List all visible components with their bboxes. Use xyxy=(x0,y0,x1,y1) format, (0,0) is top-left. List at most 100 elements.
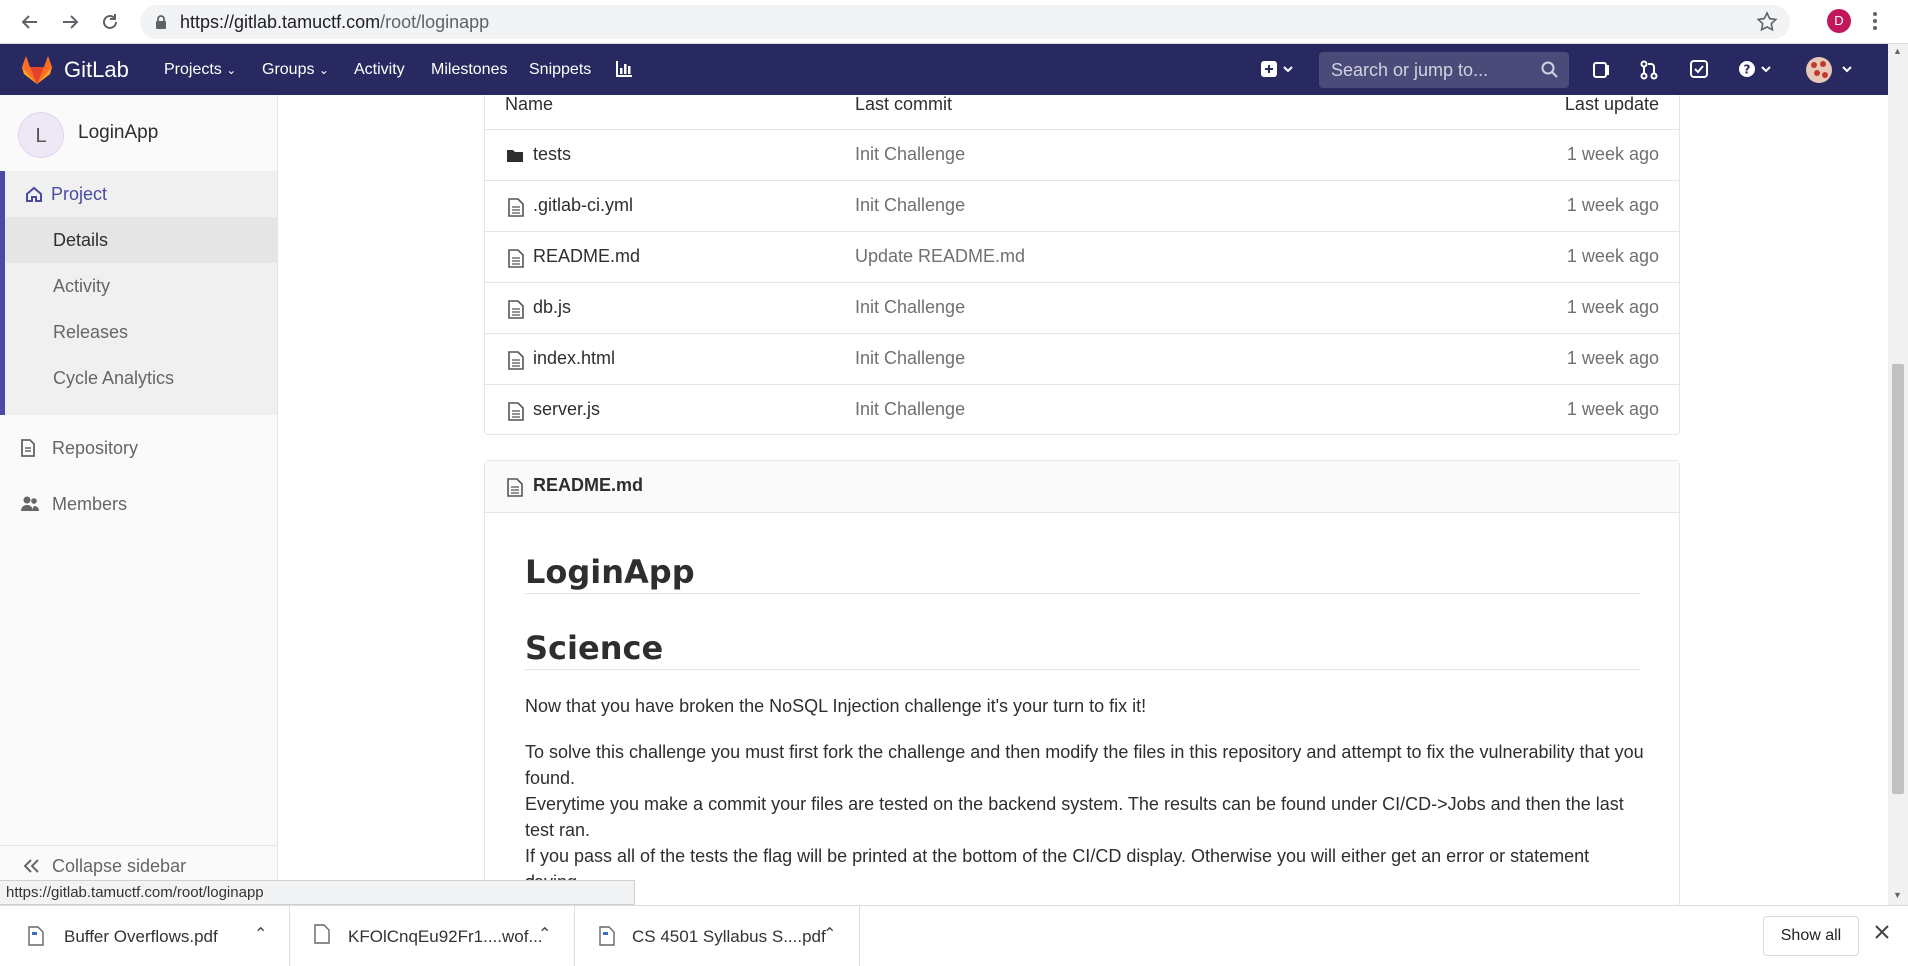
file-icon xyxy=(508,300,524,319)
file-icon xyxy=(508,249,524,268)
chevron-down-icon: ⌄ xyxy=(226,63,237,77)
readme-divider xyxy=(525,669,1641,670)
download-name: Buffer Overflows.pdf xyxy=(64,927,218,946)
close-icon[interactable] xyxy=(1874,924,1890,945)
readme-paragraph: To solve this challenge you must first f… xyxy=(525,742,1644,788)
sidebar-item-cycle-analytics[interactable]: Cycle Analytics xyxy=(5,355,277,401)
scroll-up-icon[interactable]: ▲ xyxy=(1893,46,1902,56)
folder-icon xyxy=(506,148,523,167)
reload-icon[interactable] xyxy=(98,10,122,34)
todo-icon[interactable] xyxy=(1690,60,1708,83)
gitlab-brand[interactable]: GitLab xyxy=(64,44,129,95)
file-name[interactable]: index.html xyxy=(533,348,615,369)
back-icon[interactable] xyxy=(18,10,42,34)
sidebar-item-project[interactable]: Project xyxy=(5,171,277,217)
browser-menu-icon[interactable] xyxy=(1872,10,1878,37)
document-icon xyxy=(20,439,38,457)
user-avatar[interactable] xyxy=(1805,55,1857,90)
main-content: Name Last commit Last update tests Init … xyxy=(278,95,1888,905)
sidebar-item-activity-label: Activity xyxy=(53,276,111,296)
gitlab-logo-icon[interactable] xyxy=(20,55,54,90)
file-icon xyxy=(508,198,524,217)
collapse-sidebar-label: Collapse sidebar xyxy=(52,856,187,876)
commit-message[interactable]: Init Challenge xyxy=(855,144,965,165)
sidebar-project-section: Project Details Activity Releases Cycle … xyxy=(0,171,277,415)
file-name[interactable]: db.js xyxy=(533,297,571,318)
page-scrollbar[interactable]: ▲ ▼ xyxy=(1888,44,1908,905)
table-row[interactable]: server.js Init Challenge 1 week ago xyxy=(485,385,1679,436)
profile-avatar[interactable]: D xyxy=(1827,9,1851,33)
readme-paragraph-tail: d. xyxy=(525,869,1645,895)
merge-request-icon[interactable] xyxy=(1640,60,1658,85)
sidebar-item-members[interactable]: Members xyxy=(0,481,272,527)
download-item[interactable]: KFOlCnqEu92Fr1....wof... ⌃ xyxy=(290,906,575,966)
commit-message[interactable]: Init Challenge xyxy=(855,348,965,369)
update-time: 1 week ago xyxy=(1566,246,1659,266)
collapse-sidebar-button[interactable]: Collapse sidebar xyxy=(0,845,277,885)
table-header: Name Last commit Last update xyxy=(485,95,1679,130)
project-avatar: L xyxy=(18,112,64,158)
nav-milestones[interactable]: Milestones xyxy=(431,44,507,95)
header-last-update: Last update xyxy=(1564,95,1659,114)
file-name[interactable]: README.md xyxy=(533,246,640,267)
url-host: https://gitlab.tamuctf.com xyxy=(180,12,381,32)
chevron-down-icon: ⌄ xyxy=(318,63,329,77)
chevron-up-icon[interactable]: ⌃ xyxy=(538,924,551,944)
sidebar-project-header[interactable]: L LoginApp xyxy=(0,95,277,171)
file-name[interactable]: .gitlab-ci.yml xyxy=(533,195,633,216)
update-time: 1 week ago xyxy=(1566,144,1659,164)
file-tree-table: Name Last commit Last update tests Init … xyxy=(484,95,1680,435)
nav-groups[interactable]: Groups ⌄ xyxy=(262,44,329,95)
project-sidebar: L LoginApp Project Details Activity Rele… xyxy=(0,95,278,905)
chart-icon[interactable] xyxy=(615,60,633,83)
nav-activity[interactable]: Activity xyxy=(354,44,405,95)
header-last-commit: Last commit xyxy=(855,95,953,114)
help-icon[interactable]: ? xyxy=(1738,60,1774,83)
update-time: 1 week ago xyxy=(1566,195,1659,215)
chevron-up-icon[interactable]: ⌃ xyxy=(823,924,836,944)
project-name: LoginApp xyxy=(78,122,159,143)
readme-divider xyxy=(525,593,1641,594)
commit-message[interactable]: Init Challenge xyxy=(855,195,965,216)
sidebar-item-project-label: Project xyxy=(51,184,108,204)
download-item[interactable]: Buffer Overflows.pdf ⌃ xyxy=(0,906,290,966)
header-name: Name xyxy=(505,95,554,114)
scroll-down-icon[interactable]: ▼ xyxy=(1893,890,1902,900)
sidebar-item-repository[interactable]: Repository xyxy=(0,425,272,471)
sidebar-item-details-label: Details xyxy=(53,230,109,250)
nav-snippets[interactable]: Snippets xyxy=(529,44,591,95)
download-item[interactable]: CS 4501 Syllabus S....pdf ⌃ xyxy=(575,906,860,966)
table-row[interactable]: .gitlab-ci.yml Init Challenge 1 week ago xyxy=(485,181,1679,232)
commit-message[interactable]: Init Challenge xyxy=(855,297,965,318)
sidebar-item-activity[interactable]: Activity xyxy=(5,263,277,309)
table-row[interactable]: README.md Update README.md 1 week ago xyxy=(485,232,1679,283)
search-box[interactable]: Search or jump to... xyxy=(1319,52,1569,88)
downloads-bar: Buffer Overflows.pdf ⌃ KFOlCnqEu92Fr1...… xyxy=(0,905,1908,966)
sidebar-item-details[interactable]: Details xyxy=(5,217,277,263)
commit-message[interactable]: Init Challenge xyxy=(855,399,965,420)
file-icon xyxy=(507,478,523,497)
scrollbar-thumb[interactable] xyxy=(1892,364,1904,794)
table-row[interactable]: db.js Init Challenge 1 week ago xyxy=(485,283,1679,334)
address-bar[interactable]: https://gitlab.tamuctf.com/root/loginapp xyxy=(140,5,1790,39)
file-icon xyxy=(508,402,524,421)
star-icon[interactable] xyxy=(1756,11,1778,38)
readme-heading-1: LoginApp xyxy=(525,553,695,591)
forward-icon[interactable] xyxy=(58,10,82,34)
file-name[interactable]: tests xyxy=(533,144,571,165)
readme-filename[interactable]: README.md xyxy=(533,475,643,496)
update-time: 1 week ago xyxy=(1566,399,1659,419)
chevron-up-icon[interactable]: ⌃ xyxy=(254,924,267,944)
commit-message[interactable]: Update README.md xyxy=(855,246,1025,267)
sidebar-item-cycle-analytics-label: Cycle Analytics xyxy=(53,368,175,388)
nav-projects[interactable]: Projects ⌄ xyxy=(164,44,236,95)
show-all-downloads-button[interactable]: Show all xyxy=(1763,916,1859,956)
url-text: https://gitlab.tamuctf.com/root/loginapp xyxy=(180,12,489,33)
file-name[interactable]: server.js xyxy=(533,399,600,420)
readme-header: README.md xyxy=(485,461,1679,513)
sidebar-item-releases[interactable]: Releases xyxy=(5,309,277,355)
new-item-icon[interactable] xyxy=(1260,60,1296,83)
table-row[interactable]: index.html Init Challenge 1 week ago xyxy=(485,334,1679,385)
issues-icon[interactable] xyxy=(1592,60,1612,85)
table-row[interactable]: tests Init Challenge 1 week ago xyxy=(485,130,1679,181)
